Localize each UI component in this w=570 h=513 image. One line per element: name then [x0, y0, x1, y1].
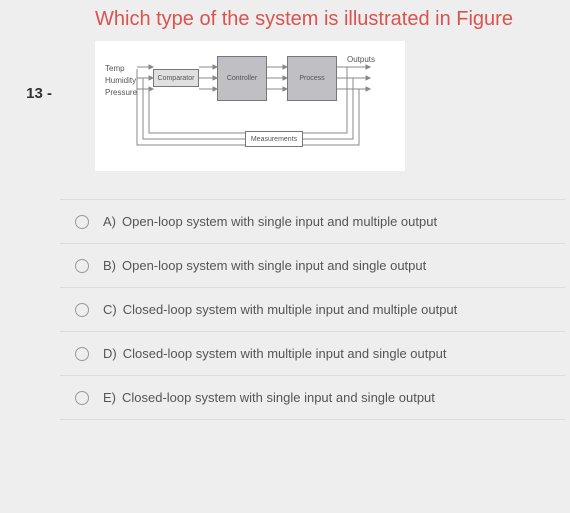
- controller-box: Controller: [217, 56, 267, 101]
- input-humidity: Humidity: [105, 75, 137, 87]
- option-text: Closed-loop system with multiple input a…: [123, 302, 458, 317]
- option-text: Closed-loop system with multiple input a…: [123, 346, 447, 361]
- question-title: Which type of the system is illustrated …: [60, 0, 565, 41]
- input-pressure: Pressure: [105, 87, 137, 99]
- comparator-box: Comparator: [153, 69, 199, 87]
- system-diagram: Temp Humidity Pressure Outputs Comparato…: [95, 41, 405, 171]
- option-letter: A): [103, 214, 116, 229]
- process-box: Process: [287, 56, 337, 101]
- option-letter: B): [103, 258, 116, 273]
- option-d[interactable]: D) Closed-loop system with multiple inpu…: [60, 331, 565, 375]
- option-a[interactable]: A) Open-loop system with single input an…: [60, 199, 565, 243]
- option-letter: C): [103, 302, 117, 317]
- question-number: 13 -: [0, 0, 60, 420]
- radio-icon: [75, 347, 89, 361]
- radio-icon: [75, 391, 89, 405]
- option-c[interactable]: C) Closed-loop system with multiple inpu…: [60, 287, 565, 331]
- option-text: Closed-loop system with single input and…: [122, 390, 435, 405]
- radio-icon: [75, 215, 89, 229]
- outputs-label: Outputs: [347, 55, 375, 64]
- option-text: Open-loop system with single input and s…: [122, 258, 426, 273]
- option-letter: E): [103, 390, 116, 405]
- options-list: A) Open-loop system with single input an…: [60, 199, 565, 420]
- input-temp: Temp: [105, 63, 137, 75]
- option-text: Open-loop system with single input and m…: [122, 214, 437, 229]
- option-e[interactable]: E) Closed-loop system with single input …: [60, 375, 565, 420]
- radio-icon: [75, 259, 89, 273]
- option-letter: D): [103, 346, 117, 361]
- radio-icon: [75, 303, 89, 317]
- measurements-box: Measurements: [245, 131, 303, 147]
- option-b[interactable]: B) Open-loop system with single input an…: [60, 243, 565, 287]
